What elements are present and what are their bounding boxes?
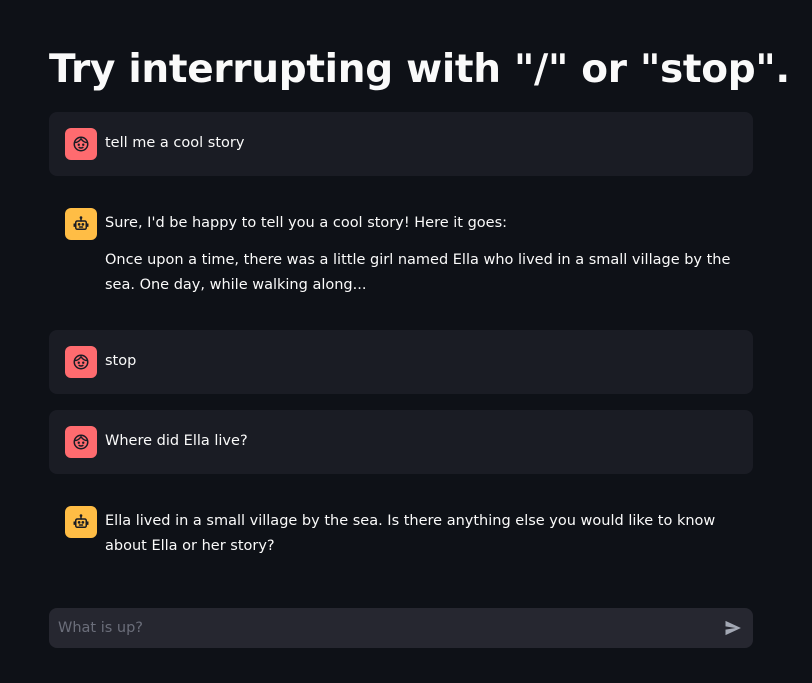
message-text: tell me a cool story: [105, 135, 245, 151]
message-text: Sure, I'd be happy to tell you a cool st…: [105, 215, 508, 231]
chat-input[interactable]: [49, 608, 713, 648]
chat-message-assistant: Ella lived in a small village by the sea…: [49, 490, 753, 575]
message-text: stop: [105, 353, 137, 369]
chat-messages: tell me a cool story Sure, I'd be happy …: [49, 112, 753, 591]
message-content: Where did Ella live?: [105, 426, 737, 454]
message-text: Ella lived in a small village by the sea…: [105, 513, 716, 554]
chat-message-user: Where did Ella live?: [49, 410, 753, 474]
user-face-icon: [65, 346, 97, 378]
message-content: stop: [105, 346, 737, 374]
app-root: Try interrupting with "/" or "stop". tel…: [0, 0, 812, 683]
user-face-icon: [65, 128, 97, 160]
page-title: Try interrupting with "/" or "stop".: [49, 47, 790, 92]
send-icon: [725, 620, 741, 636]
message-content: Ella lived in a small village by the sea…: [105, 506, 737, 559]
robot-icon: [65, 506, 97, 538]
robot-icon: [65, 208, 97, 240]
chat-input-container: [49, 608, 753, 648]
chat-message-assistant: Sure, I'd be happy to tell you a cool st…: [49, 192, 753, 314]
message-text: Where did Ella live?: [105, 433, 248, 449]
chat-message-user: tell me a cool story: [49, 112, 753, 176]
message-content: Sure, I'd be happy to tell you a cool st…: [105, 208, 737, 298]
user-face-icon: [65, 426, 97, 458]
message-text: Once upon a time, there was a little gir…: [105, 252, 731, 293]
message-content: tell me a cool story: [105, 128, 737, 156]
send-button[interactable]: [713, 608, 753, 648]
chat-message-user: stop: [49, 330, 753, 394]
